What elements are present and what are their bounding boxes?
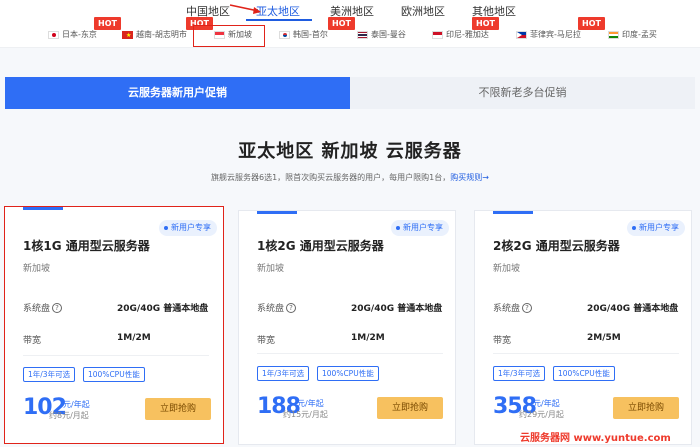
hot-badge: HOT	[472, 17, 499, 30]
disk-label: 系统盘?	[257, 301, 297, 314]
indonesia-flag-icon	[432, 30, 443, 39]
card-divider	[493, 353, 679, 354]
disk-value: 20G/40G 普通本地盘	[351, 304, 443, 314]
cpu-tag: 100%CPU性能	[317, 366, 379, 381]
promo-tab-multi[interactable]: 不限新老多台促销	[350, 77, 695, 109]
bandwidth-value: 1M/2M	[351, 333, 385, 343]
card-accent-line	[23, 207, 63, 210]
new-user-badge: 新用户专享	[627, 220, 685, 236]
cpu-tag: 100%CPU性能	[83, 367, 145, 382]
country-thailand[interactable]: 泰国-曼谷	[357, 29, 406, 40]
japan-flag-icon	[48, 30, 59, 39]
bandwidth-value: 1M/2M	[117, 333, 151, 343]
section-title: 亚太地区 新加坡 云服务器	[238, 141, 462, 162]
price-unit: 元/年起	[297, 399, 324, 408]
selected-country-highlight	[193, 25, 265, 47]
help-icon[interactable]: ?	[286, 302, 297, 313]
card-accent-line	[493, 211, 533, 214]
price-monthly: 约8元/月起	[49, 411, 89, 420]
buy-now-button[interactable]: 立即抢购	[377, 397, 443, 419]
disk-value: 20G/40G 普通本地盘	[587, 304, 679, 314]
new-user-badge: 新用户专享	[159, 220, 217, 236]
card-title: 1核1G 通用型云服务器	[23, 239, 150, 253]
india-flag-icon	[608, 30, 619, 39]
card-region: 新加坡	[257, 264, 285, 274]
card-title: 2核2G 通用型云服务器	[493, 239, 620, 253]
card-divider	[257, 353, 443, 354]
term-tag: 1年/3年可选	[257, 366, 310, 381]
country-indonesia[interactable]: 印尼-雅加达	[432, 29, 489, 40]
server-card-1c2g: 新用户专享 1核2G 通用型云服务器 新加坡 系统盘? 20G/40G 普通本地…	[238, 210, 456, 445]
disk-label: 系统盘?	[23, 301, 63, 314]
country-philippines[interactable]: 菲律宾-马尼拉	[516, 29, 581, 40]
thailand-flag-icon	[357, 30, 368, 39]
promo-tabs: 云服务器新用户促销 不限新老多台促销	[5, 77, 695, 109]
vietnam-flag-icon: ★	[122, 30, 133, 39]
card-accent-line	[257, 211, 297, 214]
bandwidth-label: 带宽	[23, 336, 42, 346]
cpu-tag: 100%CPU性能	[553, 366, 615, 381]
card-divider	[23, 355, 209, 356]
help-icon[interactable]: ?	[52, 302, 63, 313]
purchase-rules-link[interactable]: 购买规则→	[450, 173, 489, 182]
server-card-2c2g: 新用户专享 2核2G 通用型云服务器 新加坡 系统盘? 20G/40G 普通本地…	[474, 210, 692, 445]
bandwidth-value: 2M/5M	[587, 333, 621, 343]
card-title: 1核2G 通用型云服务器	[257, 239, 384, 253]
disk-label: 系统盘?	[493, 301, 533, 314]
price-monthly: 约29元/月起	[519, 410, 564, 419]
price-unit: 元/年起	[533, 399, 560, 408]
country-japan[interactable]: 日本-东京	[48, 29, 97, 40]
region-tab-europe[interactable]: 欧洲地区	[401, 3, 445, 19]
bandwidth-label: 带宽	[257, 336, 276, 346]
korea-flag-icon	[279, 30, 290, 39]
price-monthly: 约15元/月起	[283, 410, 328, 419]
term-tag: 1年/3年可选	[23, 367, 76, 382]
promo-tab-new-user[interactable]: 云服务器新用户促销	[5, 77, 350, 109]
red-arrow-icon	[229, 4, 261, 14]
card-region: 新加坡	[23, 264, 51, 274]
country-row: 日本-东京 ★ 越南-胡志明市 HOT 新加坡 HOT 韩国-首尔 泰国-曼谷 …	[0, 17, 700, 48]
section-subtitle: 旗舰云服务器6选1，限首次购买云服务器的用户，每用户限购1台，购买规则→	[211, 173, 489, 182]
buy-now-button[interactable]: 立即抢购	[145, 398, 211, 420]
active-tab-underline	[246, 19, 312, 21]
bandwidth-label: 带宽	[493, 336, 512, 346]
hot-badge: HOT	[578, 17, 605, 30]
server-card-1c1g: 新用户专享 1核1G 通用型云服务器 新加坡 系统盘? 20G/40G 普通本地…	[4, 206, 224, 444]
price-unit: 元/年起	[63, 400, 90, 409]
disk-value: 20G/40G 普通本地盘	[117, 304, 209, 314]
philippines-flag-icon	[516, 30, 527, 39]
help-icon[interactable]: ?	[522, 302, 533, 313]
hot-badge: HOT	[94, 17, 121, 30]
new-user-badge: 新用户专享	[391, 220, 449, 236]
hot-badge: HOT	[328, 17, 355, 30]
term-tag: 1年/3年可选	[493, 366, 546, 381]
buy-now-button[interactable]: 立即抢购	[613, 397, 679, 419]
country-korea[interactable]: 韩国-首尔	[279, 29, 328, 40]
country-india[interactable]: 印度-孟买	[608, 29, 657, 40]
country-vietnam[interactable]: ★ 越南-胡志明市	[122, 29, 187, 40]
site-watermark: 云服务器网 www.yuntue.com	[520, 433, 671, 444]
card-region: 新加坡	[493, 264, 521, 274]
